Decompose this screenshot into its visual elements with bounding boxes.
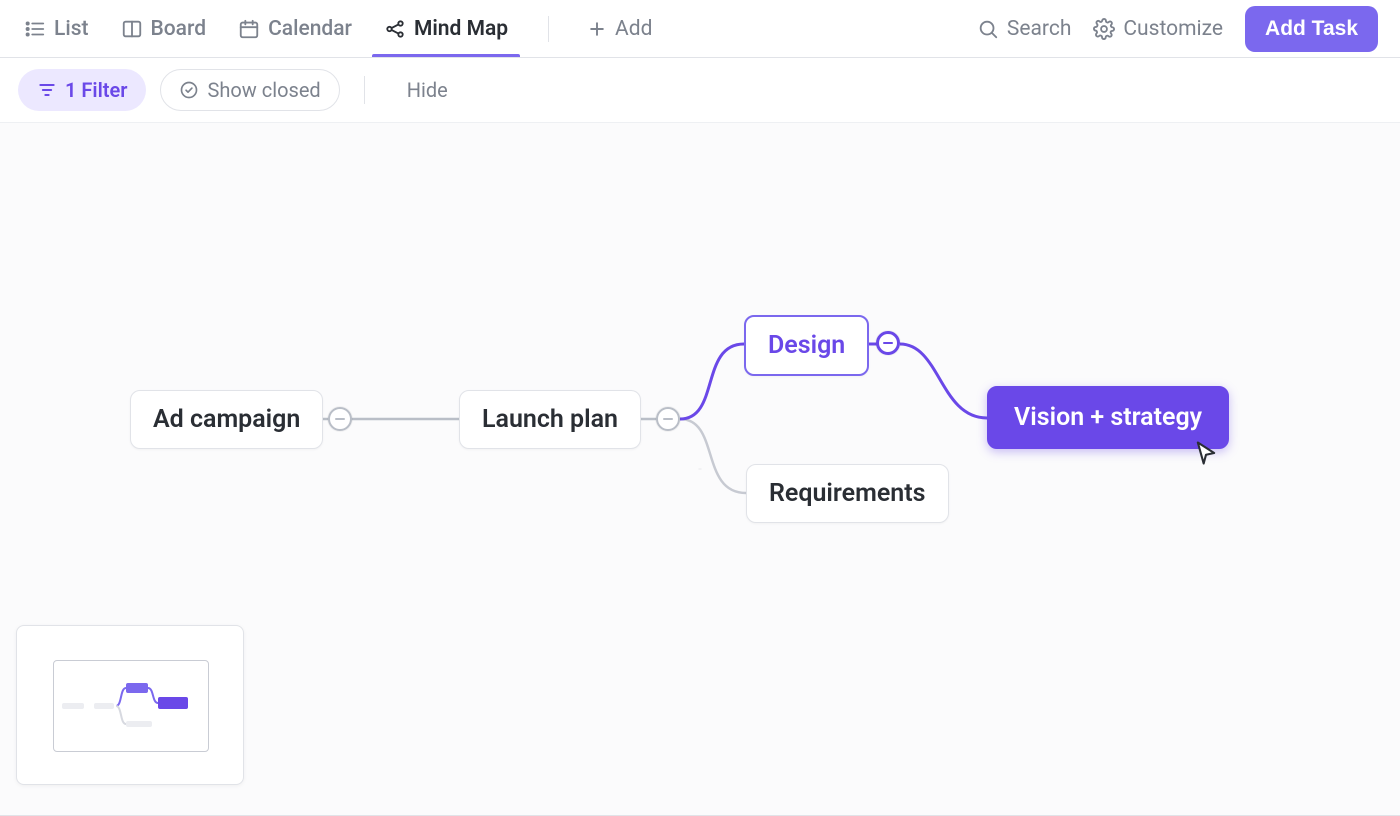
show-closed-label: Show closed: [207, 78, 320, 102]
tab-calendar[interactable]: Calendar: [236, 2, 354, 56]
gear-icon: [1093, 18, 1115, 40]
show-closed-pill[interactable]: Show closed: [160, 69, 339, 111]
search-button[interactable]: Search: [977, 17, 1072, 41]
filter-bar: 1 Filter Show closed Hide: [0, 58, 1400, 122]
tab-mind-map[interactable]: Mind Map: [382, 2, 510, 56]
add-task-label: Add Task: [1265, 17, 1358, 40]
search-icon: [977, 18, 999, 40]
tab-board-label: Board: [151, 17, 207, 41]
divider: [548, 16, 549, 42]
mind-map-canvas[interactable]: Ad campaign Launch plan Design Requireme…: [0, 122, 1400, 816]
minimap-connectors: [54, 661, 210, 753]
node-requirements[interactable]: Requirements: [746, 464, 949, 523]
add-view-label: Add: [615, 17, 652, 41]
view-tabs-bar: List Board Calendar: [0, 0, 1400, 58]
minimap-viewport[interactable]: [53, 660, 209, 752]
node-launch-plan[interactable]: Launch plan: [459, 390, 641, 449]
minus-icon: [335, 418, 345, 421]
topbar-right: Search Customize Add Task: [977, 6, 1378, 52]
check-circle-icon: [179, 80, 199, 100]
tab-board[interactable]: Board: [119, 2, 209, 56]
node-label: Ad campaign: [153, 405, 300, 434]
filter-pill[interactable]: 1 Filter: [18, 69, 146, 111]
customize-label: Customize: [1123, 17, 1223, 41]
collapse-toggle[interactable]: [328, 407, 352, 431]
node-label: Launch plan: [482, 405, 618, 434]
calendar-icon: [238, 18, 260, 40]
add-view-button[interactable]: Add: [587, 17, 652, 41]
tab-calendar-label: Calendar: [268, 17, 352, 41]
node-vision-strategy[interactable]: Vision + strategy: [987, 386, 1229, 449]
filter-icon: [37, 80, 57, 100]
minus-icon: [663, 418, 673, 421]
minus-icon: [883, 342, 893, 345]
node-label: Vision + strategy: [1014, 403, 1202, 432]
node-label: Requirements: [769, 479, 926, 508]
hide-button[interactable]: Hide: [407, 78, 448, 102]
tab-mind-map-label: Mind Map: [414, 17, 508, 41]
minimap[interactable]: [16, 625, 244, 785]
add-task-button[interactable]: Add Task: [1245, 6, 1378, 52]
list-icon: [24, 18, 46, 40]
divider: [364, 76, 365, 104]
plus-icon: [587, 19, 607, 39]
tab-list[interactable]: List: [22, 2, 91, 56]
mind-map-icon: [384, 18, 406, 40]
tab-list-label: List: [54, 17, 89, 41]
search-label: Search: [1007, 17, 1072, 41]
node-ad-campaign[interactable]: Ad campaign: [130, 390, 323, 449]
filter-count-label: 1 Filter: [65, 78, 127, 102]
node-label: Design: [768, 331, 845, 360]
collapse-toggle[interactable]: [876, 331, 900, 355]
board-icon: [121, 18, 143, 40]
customize-button[interactable]: Customize: [1093, 17, 1223, 41]
collapse-toggle[interactable]: [656, 407, 680, 431]
node-design[interactable]: Design: [744, 315, 869, 376]
view-tabs: List Board Calendar: [22, 2, 652, 56]
